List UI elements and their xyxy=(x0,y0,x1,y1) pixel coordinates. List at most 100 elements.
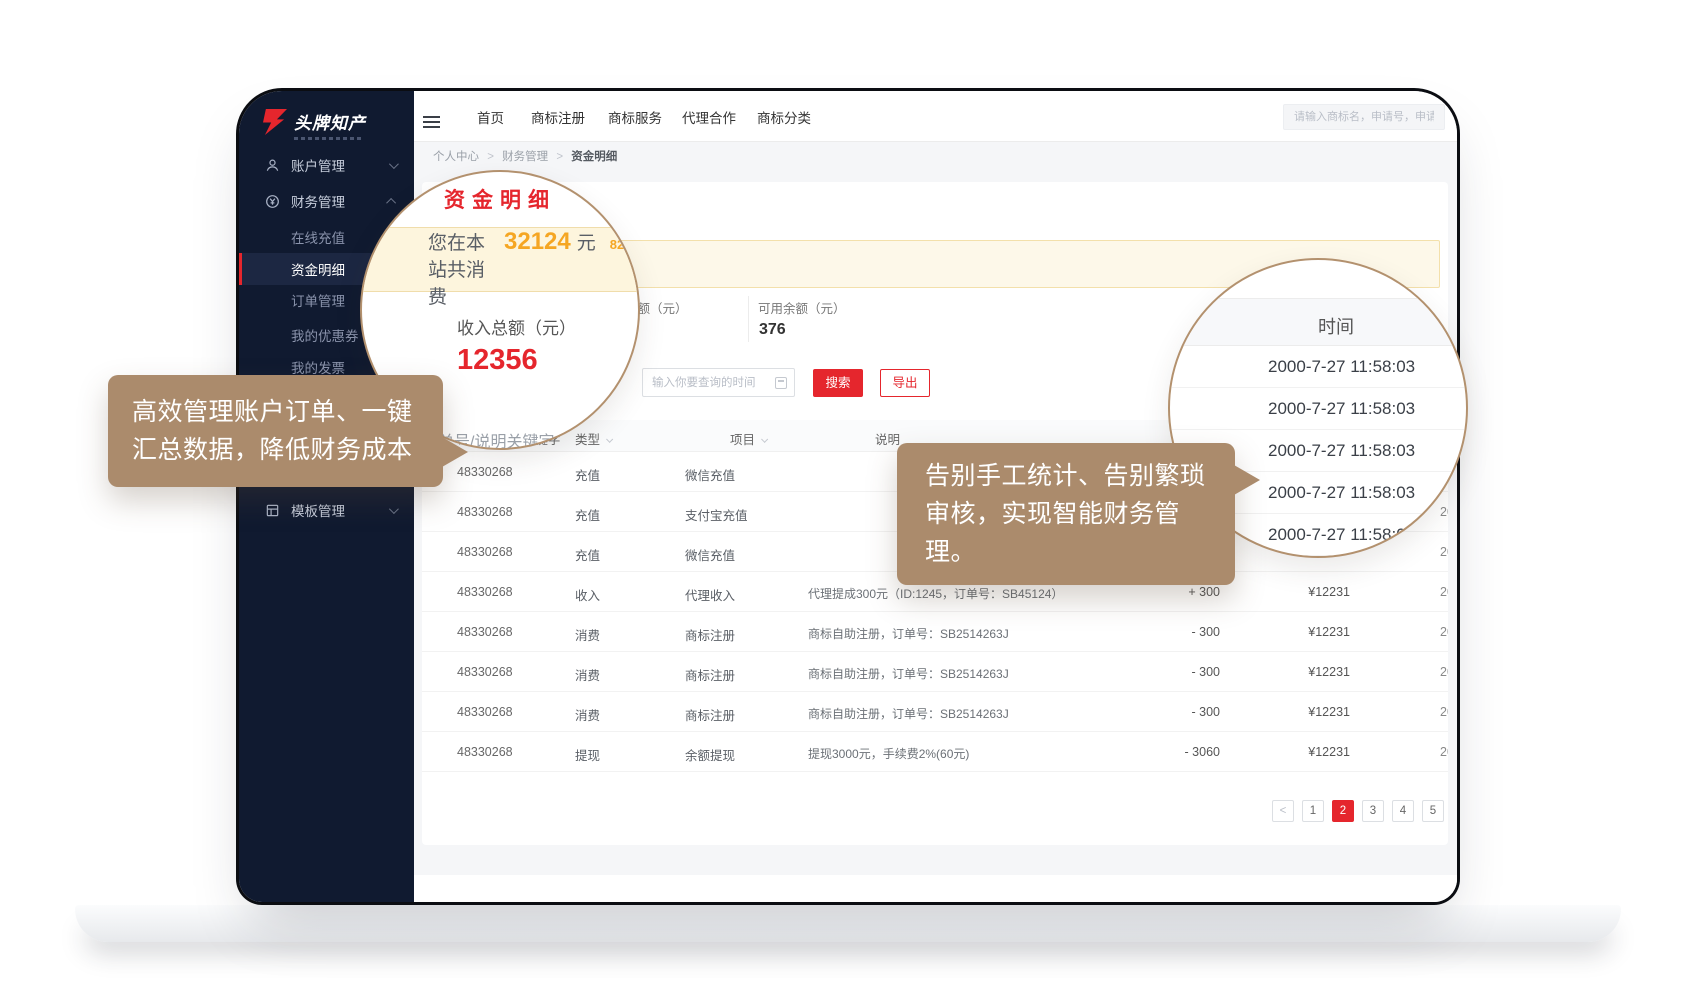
sidebar-item-label: 账户管理 xyxy=(291,155,345,175)
pagination-page-4[interactable]: 4 xyxy=(1392,800,1414,822)
sidebar-item-finance[interactable]: 财务管理 xyxy=(239,185,414,217)
cell-time: 2000-7-27 11:58:03 xyxy=(1440,585,1448,599)
search-button[interactable]: 搜索 xyxy=(813,369,863,397)
col-type-label: 类型 xyxy=(575,433,600,447)
sidebar-item-account[interactable]: 账户管理 xyxy=(239,149,414,181)
table-row[interactable]: 48330268消费商标注册商标自助注册，订单号：SB2514263J- 300… xyxy=(422,612,1448,652)
cell-amount: - 300 xyxy=(1152,625,1220,639)
pagination-page-3[interactable]: 3 xyxy=(1362,800,1384,822)
cell-project: 商标注册 xyxy=(685,705,735,724)
cell-project: 代理收入 xyxy=(685,585,735,604)
sidebar: 头牌知产 账户管理 财务管理 xyxy=(239,91,414,902)
date-query-input[interactable] xyxy=(642,368,795,397)
cell-type: 消费 xyxy=(575,625,600,644)
template-icon xyxy=(265,503,281,518)
nav-item-trademark-register[interactable]: 商标注册 xyxy=(531,107,585,127)
finance-icon xyxy=(265,194,281,209)
cell-project: 余额提现 xyxy=(685,745,735,764)
cell-amount: - 300 xyxy=(1152,705,1220,719)
callout-left-text: 高效管理账户订单、一键汇总数据，降低财务成本 xyxy=(132,393,419,469)
banner-normal-amount: 820 xyxy=(610,237,632,252)
breadcrumb-item-current: 资金明细 xyxy=(571,151,617,163)
cell-time: 2000-7-27 11:58:03 xyxy=(1440,705,1448,719)
cell-balance: ¥12231 xyxy=(1288,745,1350,759)
cell-order: 48330268 xyxy=(457,545,513,559)
search-input[interactable] xyxy=(1283,104,1445,130)
chevron-up-icon xyxy=(386,197,396,207)
chevron-down-icon xyxy=(389,504,399,514)
cell-project: 微信充值 xyxy=(685,545,735,564)
laptop-base xyxy=(75,905,1621,942)
cell-type: 消费 xyxy=(575,705,600,724)
cell-time: 2000-7-27 11:58:03 xyxy=(1440,625,1448,639)
cell-amount: + 300 xyxy=(1152,585,1220,599)
callout-arrow-icon xyxy=(442,437,468,467)
cell-balance: ¥12231 xyxy=(1288,585,1350,599)
banner-prefix: 您在本站共消费 xyxy=(428,228,498,309)
pagination-page-1[interactable]: 1 xyxy=(1302,800,1324,822)
cell-balance: ¥12231 xyxy=(1288,665,1350,679)
breadcrumb-item[interactable]: 财务管理 xyxy=(502,151,548,163)
cell-order: 48330268 xyxy=(457,505,513,519)
sidebar-item-label: 资金明细 xyxy=(291,259,345,279)
col-type-header[interactable]: 类型 xyxy=(575,429,610,448)
balance-value: 376 xyxy=(759,321,786,339)
table-row[interactable]: 48330268 消费 商标注册 商标自助注册，订单号：SB2514263J - 300… xyxy=(422,652,1448,692)
nav-item-trademark-category[interactable]: 商标分类 xyxy=(757,107,811,127)
pagination-page-2-active[interactable]: 2 xyxy=(1332,800,1354,822)
table-row[interactable]: 48330268提现余额提现提现3000元，手续费2%(60元)- 3060¥1… xyxy=(422,732,1448,772)
pagination: < 1 2 3 4 5 xyxy=(1272,800,1444,822)
banner-unit: 元 xyxy=(577,228,596,255)
magnified-tab-title: 资金明细 xyxy=(444,184,556,214)
cell-order: 48330268 xyxy=(457,465,513,479)
sidebar-item-template-management[interactable]: 模板管理 xyxy=(239,494,414,526)
col-desc-header: 说明 xyxy=(875,429,900,448)
callout-right-text: 告别手工统计、告别繁琐审核，实现智能财务管理。 xyxy=(925,457,1207,571)
cell-balance: ¥12231 xyxy=(1288,625,1350,639)
cell-type: 消费 xyxy=(575,665,600,684)
cell-type: 充值 xyxy=(575,465,600,484)
chevron-down-icon xyxy=(389,159,399,169)
pagination-page-5[interactable]: 5 xyxy=(1422,800,1444,822)
sidebar-item-label: 模板管理 xyxy=(291,500,345,520)
nav-item-home[interactable]: 首页 xyxy=(477,107,504,127)
cell-desc: 商标自助注册，订单号：SB2514263J xyxy=(808,625,1009,642)
cell-project: 商标注册 xyxy=(685,665,735,684)
cell-order: 48330268 xyxy=(457,585,513,599)
sidebar-item-label: 订单管理 xyxy=(291,290,345,310)
cell-project: 商标注册 xyxy=(685,625,735,644)
user-icon xyxy=(265,158,281,173)
cell-time: 2000-7-27 11:58:03 xyxy=(1440,665,1448,679)
calendar-icon[interactable] xyxy=(775,377,787,389)
sidebar-item-label: 财务管理 xyxy=(291,191,345,211)
cell-project: 支付宝充值 xyxy=(685,505,748,524)
logo-icon xyxy=(263,109,287,135)
cell-desc: 商标自助注册，订单号：SB2514263J xyxy=(808,665,1009,682)
col-project-label: 项目 xyxy=(730,433,755,447)
sidebar-item-label: 在线充值 xyxy=(291,227,345,247)
magnified-time-row: 2000-7-27 11:58:03 xyxy=(1168,388,1468,430)
nav-item-agency[interactable]: 代理合作 xyxy=(682,107,736,127)
cell-type: 充值 xyxy=(575,505,600,524)
cell-amount: - 300 xyxy=(1152,665,1220,679)
breadcrumb: 个人中心 > 财务管理 > 资金明细 xyxy=(433,148,617,164)
cell-order: 48330268 xyxy=(457,665,513,679)
hamburger-menu-icon[interactable] xyxy=(423,116,440,131)
logo-tagline xyxy=(294,137,364,140)
table-row[interactable]: 48330268消费商标注册商标自助注册，订单号：SB2514263J- 300… xyxy=(422,692,1448,732)
laptop-mockup: 首页 商标注册 商标服务 代理合作 商标分类 个人中心 > 财务管理 > 资金明… xyxy=(0,0,1696,1002)
col-project-header[interactable]: 项目 xyxy=(730,429,765,448)
magnified-income-label: 收入总额（元） xyxy=(457,314,576,339)
nav-item-trademark-service[interactable]: 商标服务 xyxy=(608,107,662,127)
export-button[interactable]: 导出 xyxy=(880,369,930,397)
pagination-prev-button[interactable]: < xyxy=(1272,800,1294,822)
breadcrumb-item[interactable]: 个人中心 xyxy=(433,151,479,163)
cell-desc: 商标自助注册，订单号：SB2514263J xyxy=(808,705,1009,722)
sort-chevron-icon xyxy=(761,436,768,443)
breadcrumb-separator: > xyxy=(556,151,563,163)
bottom-strip xyxy=(414,875,1457,902)
magnified-time-row: 2000-7-27 11:58:03 xyxy=(1168,346,1468,388)
callout-right: 告别手工统计、告别繁琐审核，实现智能财务管理。 xyxy=(897,443,1235,585)
sort-chevron-icon xyxy=(606,436,613,443)
magnified-time-header: 时间 xyxy=(1168,298,1468,346)
